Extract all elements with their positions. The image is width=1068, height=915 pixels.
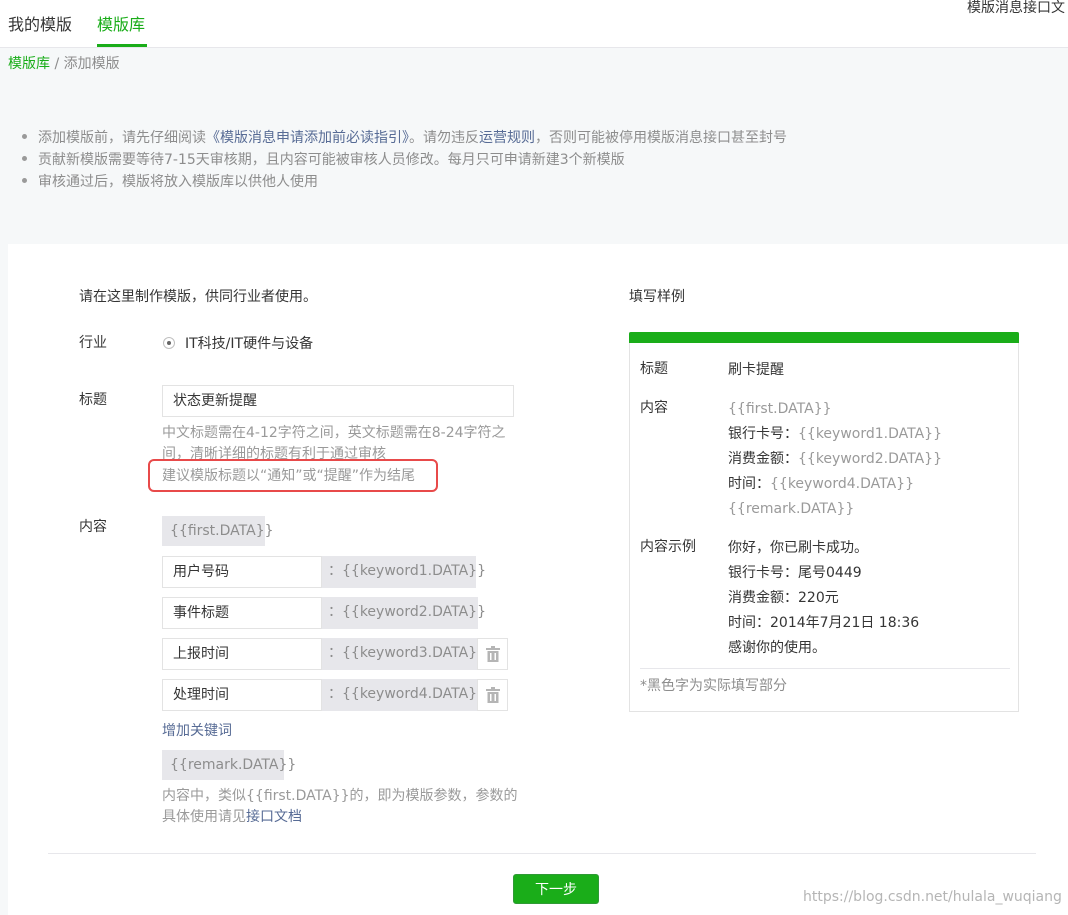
content-hint-2: 具体使用请见接口文档	[162, 809, 302, 825]
breadcrumb: 模版库 / 添加模版	[8, 55, 120, 73]
keyword-name-input[interactable]: 上报时间	[162, 638, 322, 670]
content-label: 内容	[79, 519, 107, 535]
first-param-chip: {{first.DATA}}	[162, 516, 274, 546]
delete-keyword-button[interactable]	[477, 679, 508, 711]
guide-link[interactable]: 《模版消息申请添加前必读指引》	[206, 130, 409, 146]
title-label: 标题	[79, 392, 107, 408]
breadcrumb-template-library[interactable]: 模版库	[8, 56, 50, 72]
sample-heading: 填写样例	[629, 289, 685, 305]
keyword-param: ：{{keyword3.DATA}}	[322, 638, 486, 670]
industry-radio[interactable]	[163, 337, 175, 349]
add-keyword-link[interactable]: 增加关键词	[162, 722, 232, 740]
breadcrumb-separator: /	[50, 56, 64, 72]
sample-example-line: 银行卡号：尾号0449	[728, 565, 862, 581]
bullet-icon	[22, 155, 27, 161]
sample-example-line: 时间：2014年7月21日 18:36	[728, 615, 920, 631]
sample-divider	[640, 668, 1010, 669]
sample-content-line: 银行卡号：{{keyword1.DATA}}	[728, 426, 942, 442]
operation-rules-link[interactable]: 运营规则	[479, 130, 535, 146]
tab-template-library[interactable]: 模版库	[97, 14, 145, 36]
active-tab-indicator	[97, 44, 147, 47]
sample-title-value: 刷卡提醒	[728, 362, 784, 378]
trash-icon	[485, 646, 500, 662]
sample-example-line: 感谢你的使用。	[728, 640, 826, 656]
delete-keyword-button[interactable]	[477, 638, 508, 670]
title-input[interactable]: 状态更新提醒	[162, 385, 514, 417]
keyword-name-input[interactable]: 事件标题	[162, 597, 322, 629]
tab-my-templates[interactable]: 我的模版	[8, 14, 72, 36]
sample-content-line: 时间：{{keyword4.DATA}}	[728, 476, 914, 492]
next-step-button[interactable]: 下一步	[513, 874, 599, 904]
watermark: https://blog.csdn.net/hulala_wuqiang	[803, 889, 1062, 905]
top-tab-bar	[0, 0, 1068, 48]
industry-value: IT科技/IT硬件与设备	[185, 336, 314, 352]
notice-item-2: 贡献新模版需要等待7-15天审核期，且内容可能被审核人员修改。每月只可申请新建3…	[22, 151, 625, 169]
sample-example-line: 你好，你已刷卡成功。	[728, 540, 868, 556]
highlight-annotation	[148, 459, 438, 492]
keyword-param: ：{{keyword2.DATA}}	[322, 597, 486, 629]
footer-divider	[48, 853, 1036, 854]
industry-label: 行业	[79, 335, 107, 351]
content-hint-1: 内容中，类似{{first.DATA}}的，即为模版参数，参数的	[162, 788, 518, 804]
keyword-name-input[interactable]: 用户号码	[162, 556, 322, 588]
trash-icon	[485, 687, 500, 703]
api-doc-link[interactable]: 接口文档	[246, 809, 302, 825]
sample-content-label: 内容	[640, 400, 668, 416]
bullet-icon	[22, 133, 27, 139]
sample-example-line: 消费金额：220元	[728, 590, 839, 606]
keyword-param: ：{{keyword4.DATA}}	[322, 679, 486, 711]
sample-content-line: 消费金额：{{keyword2.DATA}}	[728, 451, 942, 467]
title-hint-1: 中文标题需在4-12字符之间，英文标题需在8-24字符之	[162, 425, 506, 441]
sample-example-label: 内容示例	[640, 539, 696, 555]
notice-item-1: 添加模版前，请先仔细阅读《模版消息申请添加前必读指引》。请勿违反运营规则，否则可…	[22, 129, 787, 147]
sample-footnote: *黑色字为实际填写部分	[640, 678, 787, 694]
breadcrumb-current: 添加模版	[63, 56, 120, 72]
sample-title-label: 标题	[640, 361, 668, 377]
sample-card-header-bar	[629, 332, 1019, 343]
notice-item-3: 审核通过后，模版将放入模版库以供他人使用	[22, 173, 318, 191]
keyword-name-input[interactable]: 处理时间	[162, 679, 322, 711]
bullet-icon	[22, 177, 27, 183]
remark-param-chip: {{remark.DATA}}	[162, 750, 296, 780]
keyword-param: ：{{keyword1.DATA}}	[322, 556, 486, 588]
sample-content-line: {{first.DATA}}	[728, 401, 832, 417]
interface-doc-link[interactable]: 模版消息接口文	[967, 0, 1065, 16]
sample-content-line: {{remark.DATA}}	[728, 501, 855, 517]
form-intro: 请在这里制作模版，供同行业者使用。	[79, 289, 317, 305]
